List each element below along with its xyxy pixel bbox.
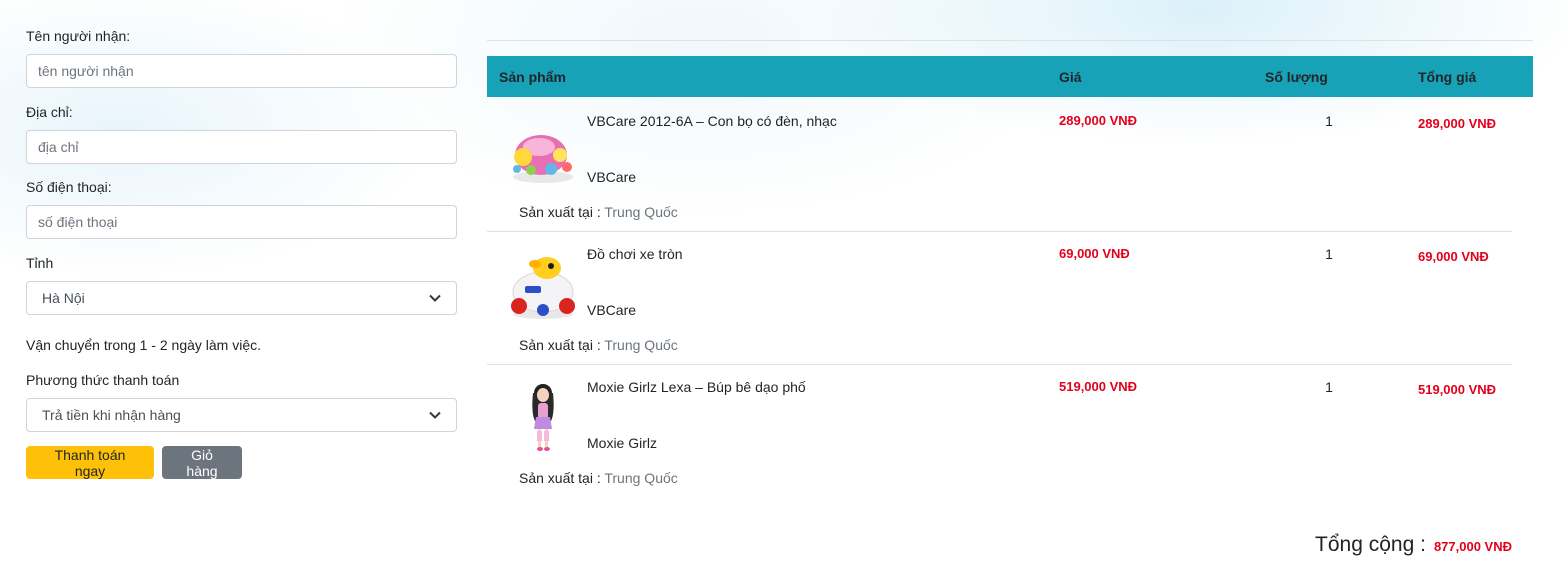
table-row: Đồ chơi xe tròn VBCare Sản xuất tại : Tr… xyxy=(487,232,1512,365)
product-origin: Sản xuất tại : Trung Quốc xyxy=(519,204,678,220)
province-selected-value: Hà Nội xyxy=(42,290,85,306)
cart-button[interactable]: Giỏ hàng xyxy=(162,446,242,479)
phone-input[interactable] xyxy=(26,205,457,239)
header-price: Giá xyxy=(1059,69,1082,85)
product-quantity: 1 xyxy=(1325,113,1333,129)
province-select[interactable]: Hà Nội xyxy=(26,281,457,315)
grand-total-value: 877,000 VNĐ xyxy=(1433,539,1512,554)
origin-value: Trung Quốc xyxy=(604,204,678,220)
shipping-note: Vận chuyển trong 1 - 2 ngày làm việc. xyxy=(26,337,262,353)
table-row: Moxie Girlz Lexa – Búp bê dạo phố Moxie … xyxy=(487,365,1512,498)
product-name: Đồ chơi xe tròn xyxy=(587,246,683,262)
divider xyxy=(487,40,1533,41)
table-row: VBCare 2012-6A – Con bọ có đèn, nhạc VBC… xyxy=(487,99,1512,232)
payment-method-label: Phương thức thanh toán xyxy=(26,372,180,388)
grand-total-label: Tổng cộng : xyxy=(1315,533,1426,556)
origin-value: Trung Quốc xyxy=(604,337,678,353)
product-total: 519,000 VNĐ xyxy=(1418,382,1497,397)
product-quantity: 1 xyxy=(1325,246,1333,262)
address-input[interactable] xyxy=(26,130,457,164)
pay-now-button[interactable]: Thanh toán ngay xyxy=(26,446,154,479)
chevron-down-icon xyxy=(429,294,441,302)
grand-total: Tổng cộng : 877,000 VNĐ xyxy=(1315,533,1512,557)
phone-label: Số điện thoại: xyxy=(26,179,112,195)
header-quantity: Số lượng xyxy=(1265,69,1328,85)
product-name: Moxie Girlz Lexa – Búp bê dạo phố xyxy=(587,379,806,395)
origin-label: Sản xuất tại xyxy=(519,204,593,220)
product-quantity: 1 xyxy=(1325,379,1333,395)
product-price: 69,000 VNĐ xyxy=(1059,246,1130,261)
province-label: Tỉnh xyxy=(26,255,54,271)
round-car-toy-image xyxy=(511,257,575,319)
product-total: 289,000 VNĐ xyxy=(1418,116,1497,131)
header-product: Sản phẩm xyxy=(499,69,566,85)
payment-method-selected-value: Trả tiền khi nhận hàng xyxy=(42,407,181,423)
product-price: 289,000 VNĐ xyxy=(1059,113,1138,128)
product-name: VBCare 2012-6A – Con bọ có đèn, nhạc xyxy=(587,113,837,129)
doll-image xyxy=(532,384,554,451)
payment-method-select[interactable]: Trả tiền khi nhận hàng xyxy=(26,398,457,432)
product-total: 69,000 VNĐ xyxy=(1418,249,1489,264)
cart-table-header: Sản phẩm Giá Số lượng Tổng giá xyxy=(487,56,1533,97)
recipient-name-input[interactable] xyxy=(26,54,457,88)
ladybug-toy-image xyxy=(513,135,573,183)
product-brand: VBCare xyxy=(587,169,637,185)
origin-value: Trung Quốc xyxy=(604,470,678,486)
product-price: 519,000 VNĐ xyxy=(1059,379,1138,394)
address-label: Địa chỉ: xyxy=(26,104,73,120)
chevron-down-icon xyxy=(429,411,441,419)
header-total: Tổng giá xyxy=(1418,69,1477,85)
product-brand: VBCare xyxy=(587,302,637,318)
product-origin: Sản xuất tại : Trung Quốc xyxy=(519,470,678,486)
product-brand: Moxie Girlz xyxy=(587,435,658,451)
origin-label: Sản xuất tại xyxy=(519,337,593,353)
recipient-name-label: Tên người nhận: xyxy=(26,28,131,44)
product-origin: Sản xuất tại : Trung Quốc xyxy=(519,337,678,353)
origin-label: Sản xuất tại xyxy=(519,470,593,486)
